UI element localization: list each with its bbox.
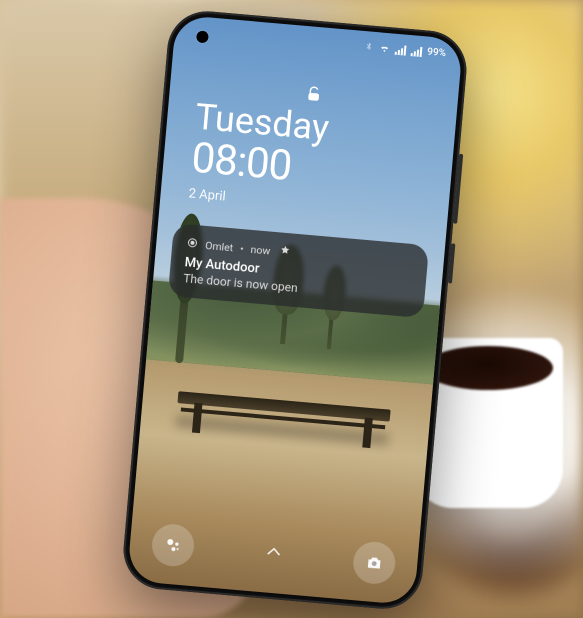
wifi-icon	[379, 42, 391, 54]
lockscreen-clock: Tuesday 08:00 2 April	[188, 99, 436, 222]
assistant-button[interactable]	[150, 523, 196, 569]
unlock-icon	[304, 84, 324, 107]
signal-icon	[411, 46, 423, 57]
swipe-up-indicator[interactable]	[263, 541, 285, 567]
front-camera	[196, 30, 209, 43]
battery-text: 99%	[427, 47, 447, 60]
status-bar: 99%	[363, 41, 446, 59]
phone-frame: 99% Tuesday 08:00 2 April Omlet • now	[120, 8, 469, 612]
app-icon	[186, 236, 199, 252]
notification-app-name: Omlet	[205, 239, 234, 254]
bluetooth-icon	[363, 41, 375, 53]
notification-category-icon	[279, 244, 292, 260]
separator-dot: •	[240, 242, 245, 255]
wallpaper-bench	[177, 391, 390, 422]
signal-icon	[395, 44, 407, 55]
lockscreen-bottom-bar	[128, 521, 419, 588]
camera-button[interactable]	[352, 540, 398, 586]
phone-screen[interactable]: 99% Tuesday 08:00 2 April Omlet • now	[127, 15, 463, 606]
notification-timestamp: now	[250, 243, 271, 258]
